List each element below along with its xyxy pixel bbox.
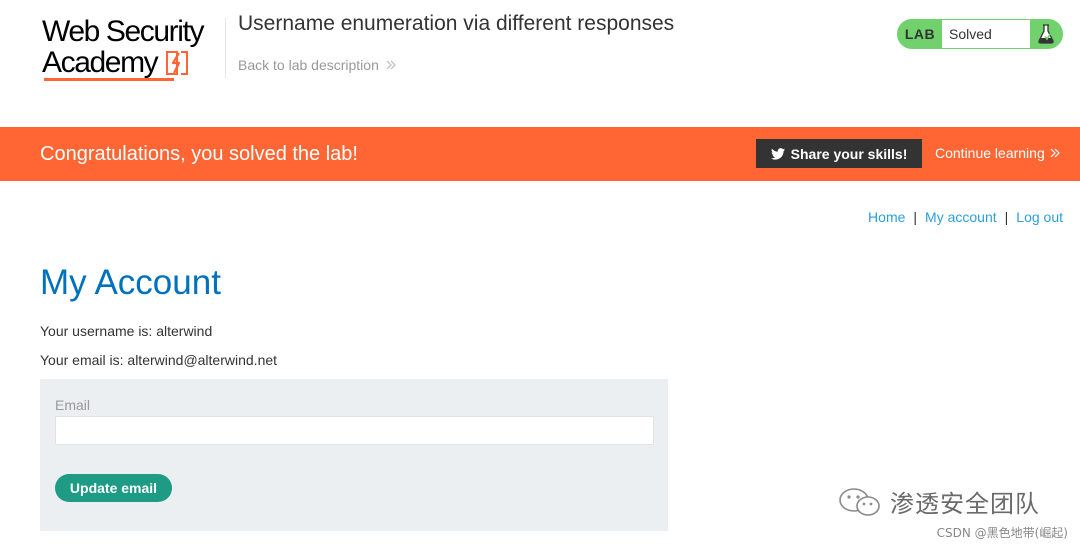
congratulations-message: Congratulations, you solved the lab! [40, 143, 358, 165]
nav-separator: | [913, 209, 918, 225]
twitter-icon [770, 147, 785, 160]
header: Web Security Academy Username enumeratio… [0, 0, 1080, 127]
share-button-label: Share your skills! [790, 145, 908, 162]
watermark: 渗透安全团队 [838, 484, 1040, 519]
email-line: Your email is: alterwind@alterwind.net [40, 352, 278, 368]
my-account-link[interactable]: My account [925, 209, 997, 225]
logo-text-academy: Academy [42, 46, 159, 79]
email-field-label: Email [55, 397, 91, 413]
lab-status-widget: LAB Solved [897, 19, 1063, 49]
update-email-button[interactable]: Update email [55, 474, 172, 502]
flask-icon [1030, 24, 1062, 44]
nav-separator: | [1004, 209, 1009, 225]
status-solved-label: Solved [942, 20, 1030, 48]
back-to-lab-description-link[interactable]: Back to lab description [238, 57, 397, 73]
solved-banner: Congratulations, you solved the lab! Sha… [0, 127, 1080, 181]
home-link[interactable]: Home [868, 209, 905, 225]
update-email-form: Email Update email [40, 379, 668, 531]
back-link-label: Back to lab description [238, 57, 379, 73]
continue-learning-label: Continue learning [935, 145, 1045, 161]
logo-text-line1: Web Security [42, 15, 204, 48]
lab-title: Username enumeration via different respo… [238, 12, 675, 35]
account-navigation: Home | My account | Log out [868, 209, 1063, 225]
page-title: My Account [40, 263, 221, 302]
status-lab-label: LAB [904, 26, 936, 42]
email-input[interactable] [55, 416, 654, 445]
logo-text-line2: Academy [42, 47, 222, 78]
web-security-academy-logo[interactable]: Web Security Academy [42, 16, 222, 84]
wechat-icon [839, 487, 880, 516]
header-divider [225, 18, 226, 78]
username-line: Your username is: alterwind [40, 323, 213, 339]
share-your-skills-button[interactable]: Share your skills! [756, 139, 922, 168]
csdn-watermark: CSDN @黑色地带(崛起) [936, 526, 1068, 540]
log-out-link[interactable]: Log out [1016, 209, 1063, 225]
double-chevron-right-icon [386, 60, 396, 70]
watermark-team-name: 渗透安全团队 [890, 490, 1040, 518]
double-chevron-right-icon [1050, 148, 1060, 158]
continue-learning-link[interactable]: Continue learning [935, 145, 1061, 161]
lightning-bolt-icon [166, 50, 189, 75]
logo-underline [44, 78, 174, 81]
